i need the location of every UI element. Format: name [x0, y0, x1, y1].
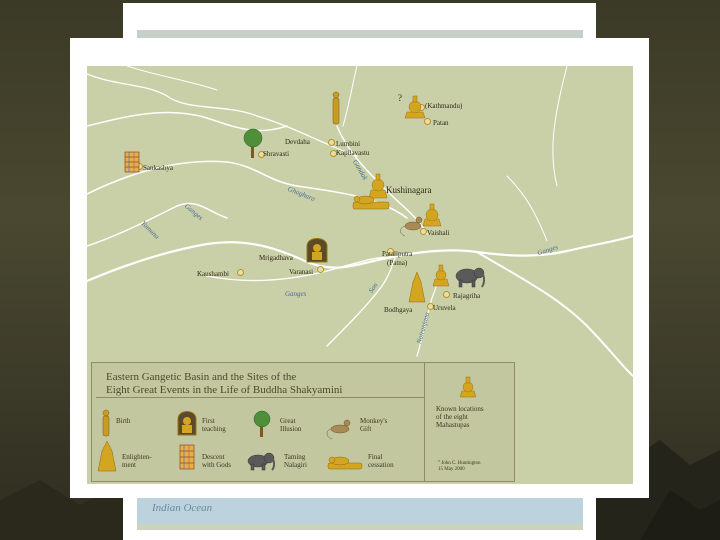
- site-kathmandu: [418, 104, 425, 111]
- label-bodhgaya: Bodhgaya: [384, 306, 413, 314]
- legend-known-line2: of the eight: [436, 413, 468, 421]
- legend-illusion-line2: Illusion: [280, 425, 302, 433]
- river-son: [326, 257, 396, 347]
- label-kaushambi: Kaushambi: [197, 270, 229, 278]
- label-kathmandu: (Kathmandu): [425, 102, 463, 110]
- legend-teaching-line1: First: [202, 417, 215, 425]
- river-ganges-main: [87, 234, 633, 283]
- label-vaishali: Vaishali: [427, 229, 450, 237]
- label-lumbini: Lumbini: [336, 140, 361, 148]
- legend-enlight-line1: Enlighten-: [122, 453, 152, 461]
- river-gandak-upper: [342, 66, 358, 127]
- legend-final-line1: Final: [368, 453, 383, 461]
- legend-enlight-line2: ment: [122, 461, 136, 469]
- legend-illusion-line1: Great: [280, 417, 296, 425]
- legend-credit-line2: 15 May 2000: [438, 467, 465, 472]
- site-kaushambi: [237, 269, 244, 276]
- legend-known-text: Known locations of the eight Mahastupas: [436, 405, 484, 429]
- label-question: ?: [398, 93, 402, 103]
- legend-taming-line2: Nalagiri: [284, 461, 307, 469]
- legend-monkey-icon: [326, 419, 351, 440]
- label-sankashya: Sankashya: [143, 164, 173, 172]
- legend-reclining-icon: [327, 456, 363, 470]
- site-varanasi: [317, 266, 324, 273]
- river-upper-2: [87, 73, 358, 157]
- legend-descent-line2: with Gods: [202, 461, 231, 469]
- label-varanasi: Varanasi: [289, 268, 314, 276]
- label-shravasti: Shravasti: [263, 150, 290, 158]
- legend-known-stupa-icon: [459, 376, 477, 398]
- label-devdaha: Devdaha: [285, 138, 310, 146]
- legend-tree-icon: [253, 410, 271, 437]
- map-legend: Eastern Gangetic Basin and the Sites of …: [91, 362, 515, 482]
- river-yamuna: [87, 202, 228, 247]
- legend-illusion-label: Great Illusion: [280, 417, 301, 433]
- legend-elephant-icon: [247, 452, 276, 471]
- river-upper-1: [87, 111, 288, 132]
- legend-teaching-label: First teaching: [202, 417, 226, 433]
- label-rajagriha: Rajagriha: [453, 292, 481, 300]
- legend-monkey-label: Monkey's Gift: [360, 417, 387, 433]
- legend-credit: ° John C. Huntington 15 May 2000: [438, 461, 481, 473]
- legend-teaching-icon: [177, 411, 197, 436]
- ocean-label: Indian Ocean: [152, 502, 213, 514]
- label-pataliputra: Pataliputra: [382, 250, 413, 258]
- label-kushinagara: Kushinagara: [386, 185, 432, 195]
- legend-monkey-line2: Gift: [360, 425, 372, 433]
- site-vaishali: [420, 228, 427, 235]
- legend-final-line2: cessation: [368, 461, 394, 469]
- legend-known-line3: Mahastupas: [436, 421, 470, 429]
- river-small-east: [506, 175, 548, 242]
- label-mrigadhava: Mrigadhava: [259, 254, 293, 262]
- legend-descent-line1: Descent: [202, 453, 225, 461]
- legend-vertical-divider: [424, 363, 425, 481]
- legend-birth-icon: [102, 409, 110, 437]
- site-patan: [424, 118, 431, 125]
- legend-taming-line1: Taming: [284, 453, 306, 461]
- site-rajagriha: [443, 291, 450, 298]
- gangetic-basin-map: Ghaghara Gandak Ganges Yamuna Ganges Gan…: [87, 66, 633, 484]
- site-sankashya: [136, 163, 143, 170]
- legend-teaching-line2: teaching: [202, 425, 226, 433]
- legend-monkey-line1: Monkey's: [360, 417, 388, 425]
- legend-final-label: Final cessation: [368, 453, 394, 469]
- label-patna: (Patna): [387, 259, 408, 267]
- legend-enlight-label: Enlighten- ment: [122, 453, 152, 469]
- label-uruvela: Uruvela: [433, 304, 456, 312]
- legend-known-line1: Known locations: [436, 405, 484, 413]
- label-patan: Patan: [433, 119, 449, 127]
- river-small-right: [552, 66, 568, 187]
- legend-descent-label: Descent with Gods: [202, 453, 231, 469]
- legend-birth-label: Birth: [116, 417, 131, 425]
- river-label-ganges-2: Ganges: [285, 290, 307, 298]
- legend-temple-icon: [97, 440, 117, 472]
- site-devdaha: [328, 139, 335, 146]
- legend-taming-label: Taming Nalagiri: [284, 453, 307, 469]
- river-ganges-east: [476, 251, 633, 377]
- label-kapilavastu: Kapilavastu: [336, 149, 370, 157]
- legend-ladder-icon: [179, 444, 195, 470]
